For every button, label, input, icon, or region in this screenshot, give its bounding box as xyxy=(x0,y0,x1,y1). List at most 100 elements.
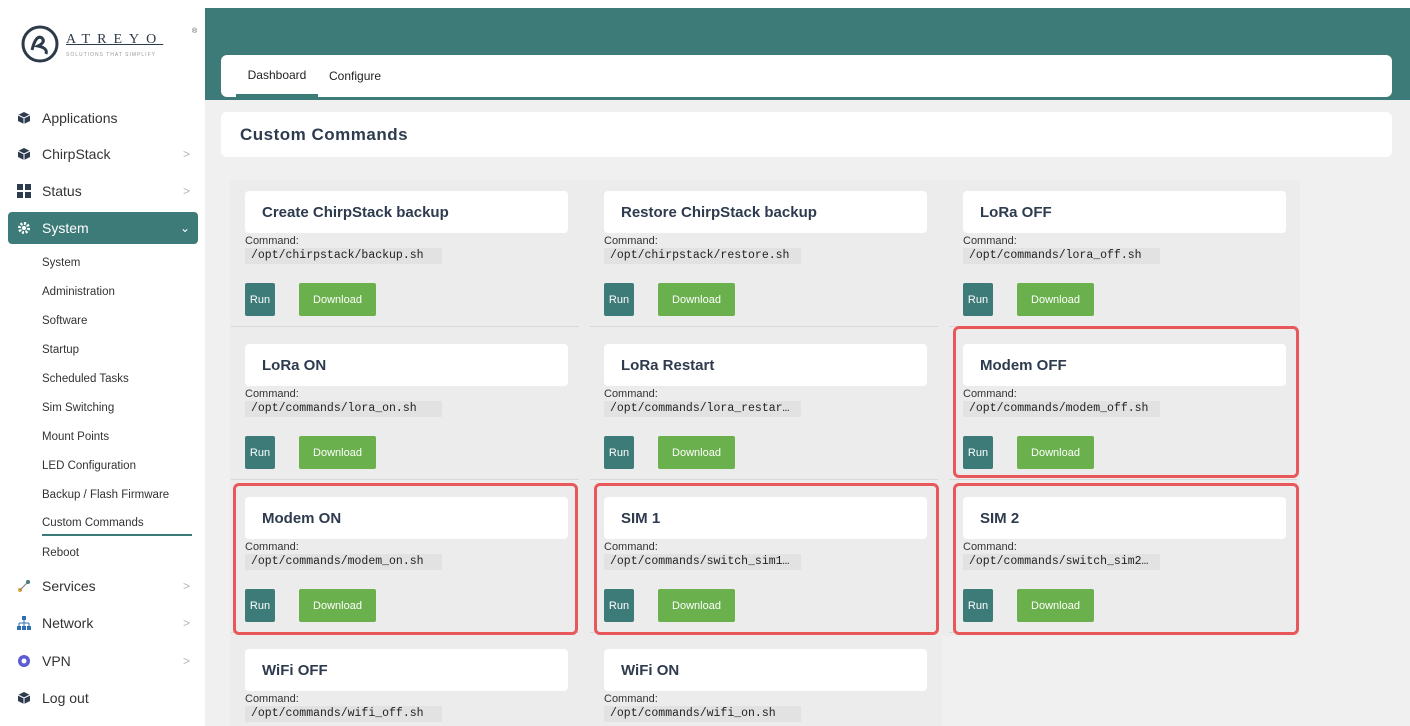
cube-icon xyxy=(16,146,32,162)
command-card: WiFi ON Command: /opt/commands/wifi_on.s… xyxy=(590,638,938,726)
section-header: Custom Commands xyxy=(221,112,1392,157)
command-path: /opt/chirpstack/restore.sh xyxy=(604,248,801,264)
command-card: LoRa OFF Command: /opt/commands/lora_off… xyxy=(949,180,1297,327)
command-title: Restore ChirpStack backup xyxy=(604,191,927,233)
command-path: /opt/commands/wifi_on.sh xyxy=(604,706,801,722)
run-button[interactable]: Run xyxy=(245,589,275,622)
submenu-sim-switching[interactable]: Sim Switching xyxy=(42,397,192,419)
atreyo-logo-mark-icon xyxy=(21,25,59,63)
submenu-software[interactable]: Software xyxy=(42,310,192,332)
command-title: LoRa Restart xyxy=(604,344,927,386)
download-button[interactable]: Download xyxy=(299,589,376,622)
command-label: Command: xyxy=(604,693,658,705)
command-label: Command: xyxy=(963,235,1017,247)
download-button[interactable]: Download xyxy=(299,436,376,469)
nav-system[interactable]: System ⌄ xyxy=(8,212,198,244)
submenu-scheduled-tasks[interactable]: Scheduled Tasks xyxy=(42,368,192,390)
page-title: Custom Commands xyxy=(240,125,409,144)
download-button[interactable]: Download xyxy=(658,589,735,622)
submenu-administration[interactable]: Administration xyxy=(42,281,192,303)
command-label: Command: xyxy=(245,235,299,247)
download-button[interactable]: Download xyxy=(299,283,376,316)
command-title: WiFi OFF xyxy=(245,649,568,691)
nav-label: Status xyxy=(42,183,82,199)
command-label: Command: xyxy=(963,541,1017,553)
download-button[interactable]: Download xyxy=(1017,589,1094,622)
submenu-mount-points[interactable]: Mount Points xyxy=(42,426,192,448)
chevron-right-icon: > xyxy=(182,616,190,630)
command-path: /opt/commands/lora_on.sh xyxy=(245,401,442,417)
run-button[interactable]: Run xyxy=(963,589,993,622)
nav-applications[interactable]: Applications xyxy=(8,102,198,134)
vpn-icon xyxy=(16,653,32,669)
nav-label: System xyxy=(42,220,89,236)
command-path: /opt/commands/modem_on.sh xyxy=(245,554,442,570)
command-path: /opt/commands/modem_off.sh xyxy=(963,401,1160,417)
download-button[interactable]: Download xyxy=(1017,436,1094,469)
nav-label: VPN xyxy=(42,653,71,669)
grid-empty-area xyxy=(942,636,1300,726)
command-title: Modem ON xyxy=(245,497,568,539)
download-button[interactable]: Download xyxy=(658,436,735,469)
command-card: Create ChirpStack backup Command: /opt/c… xyxy=(231,180,579,327)
brand-name: ATREYO xyxy=(66,32,164,47)
network-icon xyxy=(16,615,32,631)
command-card: Modem ON Command: /opt/commands/modem_on… xyxy=(231,486,579,633)
command-title: Modem OFF xyxy=(963,344,1286,386)
command-label: Command: xyxy=(245,541,299,553)
command-card: SIM 2 Command: /opt/commands/switch_sim2… xyxy=(949,486,1297,633)
command-path: /opt/commands/lora_restar… xyxy=(604,401,801,417)
nav-logout[interactable]: Log out xyxy=(8,682,198,714)
command-card: Modem OFF Command: /opt/commands/modem_o… xyxy=(949,333,1297,480)
run-button[interactable]: Run xyxy=(604,436,634,469)
run-button[interactable]: Run xyxy=(245,283,275,316)
tab-configure[interactable]: Configure xyxy=(329,55,381,97)
run-button[interactable]: Run xyxy=(604,283,634,316)
run-button[interactable]: Run xyxy=(963,283,993,316)
download-button[interactable]: Download xyxy=(658,283,735,316)
chevron-right-icon: > xyxy=(182,654,190,668)
download-button[interactable]: Download xyxy=(1017,283,1094,316)
submenu-led-configuration[interactable]: LED Configuration xyxy=(42,455,192,477)
command-label: Command: xyxy=(604,541,658,553)
run-button[interactable]: Run xyxy=(604,589,634,622)
nodes-icon xyxy=(16,578,32,594)
command-path: /opt/chirpstack/backup.sh xyxy=(245,248,442,264)
chevron-down-icon: ⌄ xyxy=(179,221,190,235)
command-label: Command: xyxy=(245,388,299,400)
submenu-reboot[interactable]: Reboot xyxy=(42,542,192,564)
submenu-backup-flash-firmware[interactable]: Backup / Flash Firmware xyxy=(42,484,192,506)
tab-dashboard[interactable]: Dashboard xyxy=(236,55,318,97)
command-title: LoRa ON xyxy=(245,344,568,386)
nav-network[interactable]: Network > xyxy=(8,607,198,639)
run-button[interactable]: Run xyxy=(245,436,275,469)
nav-vpn[interactable]: VPN > xyxy=(8,645,198,677)
command-path: /opt/commands/wifi_off.sh xyxy=(245,706,442,722)
command-path: /opt/commands/switch_sim2… xyxy=(963,554,1160,570)
nav-chirpstack[interactable]: ChirpStack > xyxy=(8,138,198,170)
gear-icon xyxy=(16,220,32,236)
nav-services[interactable]: Services > xyxy=(8,570,198,602)
command-card: LoRa Restart Command: /opt/commands/lora… xyxy=(590,333,938,480)
registered-mark: ® xyxy=(192,28,198,35)
nav-status[interactable]: Status > xyxy=(8,175,198,207)
nav-label: Log out xyxy=(42,690,89,706)
command-card: Restore ChirpStack backup Command: /opt/… xyxy=(590,180,938,327)
submenu-custom-commands[interactable]: Custom Commands xyxy=(42,512,192,536)
submenu-startup[interactable]: Startup xyxy=(42,339,192,361)
cube-icon xyxy=(16,690,32,706)
atreyo-logo[interactable]: ATREYO ® SOLUTIONS THAT SIMPLIFY xyxy=(20,18,200,66)
command-title: WiFi ON xyxy=(604,649,927,691)
command-path: /opt/commands/lora_off.sh xyxy=(963,248,1160,264)
command-label: Command: xyxy=(963,388,1017,400)
command-title: LoRa OFF xyxy=(963,191,1286,233)
command-label: Command: xyxy=(245,693,299,705)
command-title: SIM 1 xyxy=(604,497,927,539)
command-card: LoRa ON Command: /opt/commands/lora_on.s… xyxy=(231,333,579,480)
command-path: /opt/commands/switch_sim1… xyxy=(604,554,801,570)
submenu-system[interactable]: System xyxy=(42,252,192,274)
cube-icon xyxy=(16,110,32,126)
run-button[interactable]: Run xyxy=(963,436,993,469)
chevron-right-icon: > xyxy=(182,184,190,198)
sidebar: ATREYO ® SOLUTIONS THAT SIMPLIFY Applica… xyxy=(0,0,205,726)
